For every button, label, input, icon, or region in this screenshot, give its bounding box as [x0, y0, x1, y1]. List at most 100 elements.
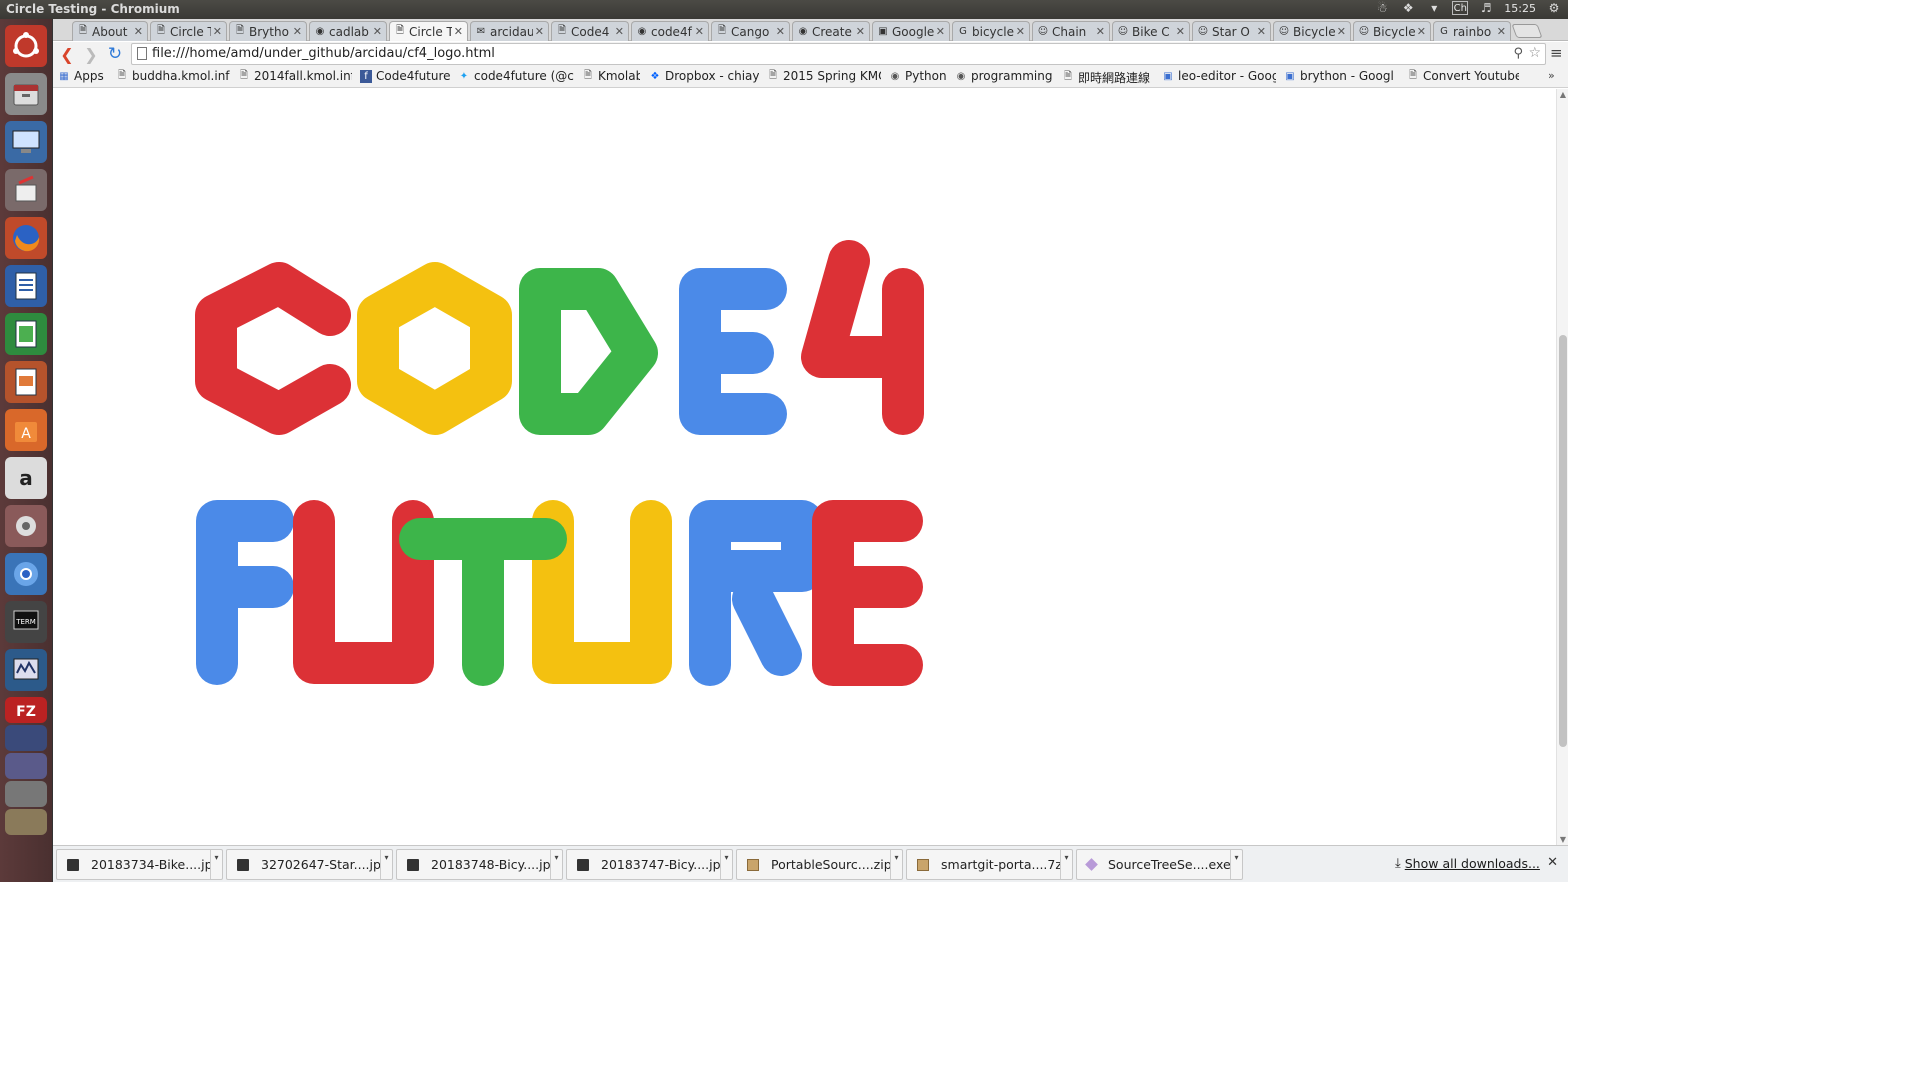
download-options-arrow-icon[interactable]: ▾: [210, 850, 222, 879]
bookmarks-overflow-icon[interactable]: »: [1548, 69, 1555, 82]
close-tab-icon[interactable]: ✕: [1176, 25, 1185, 38]
download-item[interactable]: 20183748-Bicy....jpg ▾: [396, 849, 563, 880]
bookmark-item[interactable]: 🗎 2014fall.kmol.info: [238, 69, 352, 83]
bookmark-item[interactable]: ❖ Dropbox - chiayi: [649, 69, 759, 83]
files-icon[interactable]: [5, 73, 47, 115]
browser-tab[interactable]: 🗎 Code4 ✕: [551, 21, 629, 41]
download-options-arrow-icon[interactable]: ▾: [380, 850, 392, 879]
close-tab-icon[interactable]: ✕: [1417, 25, 1426, 38]
close-tab-icon[interactable]: ✕: [776, 25, 785, 38]
calc-icon[interactable]: [5, 313, 47, 355]
bookmark-item[interactable]: ◉ Python: [889, 69, 947, 83]
browser-tab[interactable]: ◉ cadlab ✕: [309, 21, 387, 41]
reload-button[interactable]: ↻: [105, 44, 125, 64]
scroll-thumb[interactable]: [1559, 335, 1567, 747]
download-item[interactable]: smartgit-porta....7z ▾: [906, 849, 1073, 880]
browser-tab[interactable]: 🗎 Cango ✕: [711, 21, 790, 41]
browser-tab[interactable]: ◉ code4f ✕: [631, 21, 709, 41]
address-bar[interactable]: file:///home/amd/under_github/arcidau/cf…: [131, 43, 1546, 65]
bookmark-item[interactable]: 🗎 Kmolab: [582, 69, 640, 83]
bookmark-item[interactable]: ✦ code4future (@c: [458, 69, 574, 83]
input-method-indicator[interactable]: Ch: [1452, 1, 1469, 15]
bookmark-item[interactable]: ▦ Apps: [58, 69, 108, 83]
chrome-menu-icon[interactable]: ≡: [1550, 45, 1564, 63]
close-tab-icon[interactable]: ✕: [293, 25, 302, 38]
scroll-up-arrow-icon[interactable]: ▲: [1559, 90, 1567, 99]
browser-tab[interactable]: ☺ Bicycle ✕: [1273, 21, 1351, 41]
bookmark-item[interactable]: 🗎 buddha.kmol.info: [116, 69, 230, 83]
close-tab-icon[interactable]: ✕: [454, 25, 463, 38]
network-manager-icon[interactable]: ☃: [1374, 1, 1390, 15]
download-options-arrow-icon[interactable]: ▾: [1060, 850, 1072, 879]
bookmark-item[interactable]: 🗎 Convert Youtube: [1407, 69, 1519, 83]
url-text[interactable]: file:///home/amd/under_github/arcidau/cf…: [152, 46, 495, 61]
firefox-icon[interactable]: [5, 217, 47, 259]
impress-icon[interactable]: [5, 361, 47, 403]
amazon-icon[interactable]: a: [5, 457, 47, 499]
app-icon-c[interactable]: [5, 781, 47, 807]
bookmark-item[interactable]: ▣ brython - Google: [1284, 69, 1394, 83]
browser-tab[interactable]: Grainbo ✕: [1433, 21, 1511, 41]
bookmark-item[interactable]: 🗎 2015 Spring KMOL: [767, 69, 881, 83]
monitor-icon[interactable]: [5, 649, 47, 691]
dropbox-tray-icon[interactable]: ❖: [1400, 1, 1416, 15]
clock[interactable]: 15:25: [1504, 2, 1536, 15]
browser-tab[interactable]: ▣ Google ✕: [872, 21, 950, 41]
volume-icon[interactable]: ♬: [1478, 1, 1494, 15]
close-tab-icon[interactable]: ✕: [213, 25, 222, 38]
back-button[interactable]: ❮: [57, 44, 77, 64]
close-tab-icon[interactable]: ✕: [936, 25, 945, 38]
xterm-icon[interactable]: TERM: [5, 601, 47, 643]
new-tab-button[interactable]: [1511, 24, 1543, 38]
app-icon-d[interactable]: [5, 809, 47, 835]
close-tab-icon[interactable]: ✕: [1096, 25, 1105, 38]
show-all-downloads-link[interactable]: ⤓ Show all downloads...: [1395, 856, 1540, 871]
writer-icon[interactable]: [5, 265, 47, 307]
download-item[interactable]: 20183734-Bike....jpg ▾: [56, 849, 223, 880]
wifi-icon[interactable]: ▾: [1426, 1, 1442, 15]
scroll-down-arrow-icon[interactable]: ▼: [1559, 835, 1567, 844]
close-shelf-icon[interactable]: ✕: [1547, 855, 1558, 870]
software-center-icon[interactable]: A: [5, 409, 47, 451]
close-tab-icon[interactable]: ✕: [373, 25, 382, 38]
browser-tab[interactable]: Gbicycle ✕: [952, 21, 1030, 41]
download-options-arrow-icon[interactable]: ▾: [720, 850, 732, 879]
close-tab-icon[interactable]: ✕: [1257, 25, 1266, 38]
browser-tab[interactable]: ☺ Star O ✕: [1192, 21, 1271, 41]
bookmark-item[interactable]: ▣ leo-editor - Google: [1162, 69, 1276, 83]
close-tab-icon[interactable]: ✕: [856, 25, 865, 38]
app-icon-a[interactable]: [5, 725, 47, 751]
remote-desktop-icon[interactable]: [5, 121, 47, 163]
vertical-scrollbar[interactable]: ▲ ▼: [1556, 89, 1568, 845]
browser-tab[interactable]: ☺ Bike C ✕: [1112, 21, 1190, 41]
show-all-downloads-label[interactable]: Show all downloads...: [1405, 856, 1540, 871]
settings-icon[interactable]: [5, 505, 47, 547]
download-item[interactable]: 20183747-Bicy....jpg ▾: [566, 849, 733, 880]
browser-tab[interactable]: 🗎 Brytho ✕: [229, 21, 307, 41]
download-options-arrow-icon[interactable]: ▾: [890, 850, 902, 879]
bookmark-item[interactable]: 🗎 即時網路連線: [1062, 69, 1154, 86]
zoom-icon[interactable]: ⚲: [1513, 46, 1523, 61]
chromium-icon[interactable]: [5, 553, 47, 595]
browser-tab[interactable]: ◉ Create ✕: [792, 21, 870, 41]
forward-button[interactable]: ❯: [81, 44, 101, 64]
close-tab-icon[interactable]: ✕: [1337, 25, 1346, 38]
download-item[interactable]: 32702647-Star....jpg ▾: [226, 849, 393, 880]
app-icon-b[interactable]: [5, 753, 47, 779]
bookmark-item[interactable]: ◉ programming: [955, 69, 1053, 83]
browser-tab[interactable]: ☺ Chain ✕: [1032, 21, 1110, 41]
browser-tab[interactable]: 🗎 Circle T ✕: [150, 21, 227, 41]
system-tools-icon[interactable]: [5, 169, 47, 211]
download-options-arrow-icon[interactable]: ▾: [1230, 850, 1242, 879]
bookmark-star-icon[interactable]: ☆: [1528, 45, 1541, 61]
bookmark-item[interactable]: f Code4future: [360, 69, 452, 83]
browser-tab[interactable]: ✉ arcidau ✕: [470, 21, 549, 41]
browser-tab[interactable]: ☺ Bicycle ✕: [1353, 21, 1431, 41]
browser-tab[interactable]: 🗎 About ✕: [72, 21, 148, 41]
close-tab-icon[interactable]: ✕: [1497, 25, 1506, 38]
close-tab-icon[interactable]: ✕: [134, 25, 143, 38]
close-tab-icon[interactable]: ✕: [695, 25, 704, 38]
ubuntu-dash-icon[interactable]: [5, 25, 47, 67]
download-item[interactable]: SourceTreeSe....exe ▾: [1076, 849, 1243, 880]
close-tab-icon[interactable]: ✕: [615, 25, 624, 38]
